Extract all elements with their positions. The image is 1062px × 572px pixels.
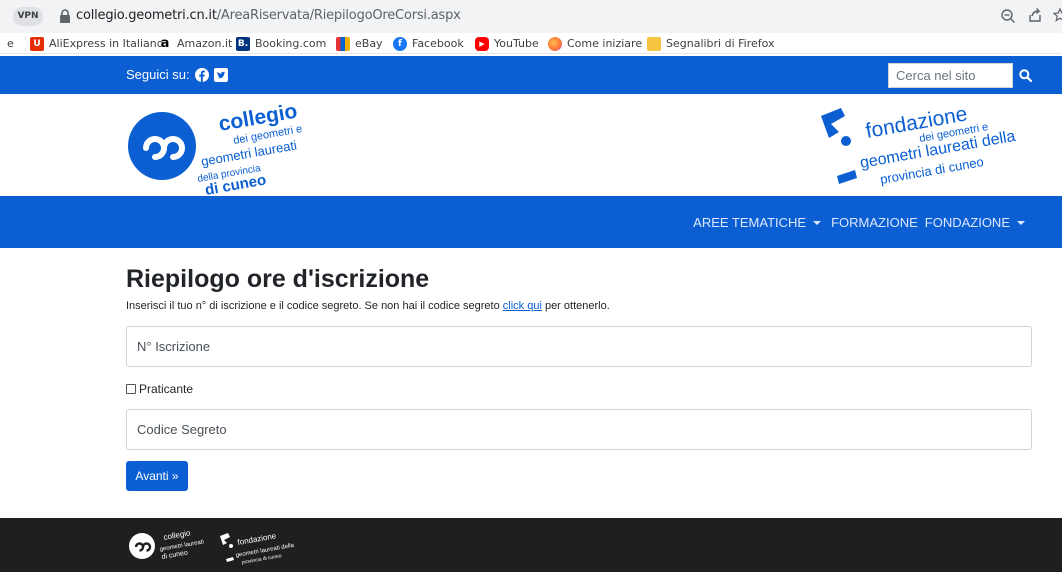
bookmark-label: YouTube — [494, 37, 539, 50]
search-icon — [1019, 69, 1032, 82]
fondazione-logo[interactable]: fondazione dei geometri e geometri laure… — [815, 96, 1047, 196]
bookmark-ebay[interactable]: eBay — [336, 36, 383, 52]
firefox-icon — [548, 37, 562, 51]
bookmark-label: AliExpress in Italiano — [49, 37, 164, 50]
ebay-icon — [336, 37, 350, 51]
url-field[interactable]: collegio.geometri.cn.it/AreaRiservata/Ri… — [76, 8, 461, 23]
bookmark-label: eBay — [355, 37, 383, 50]
click-here-link[interactable]: click qui — [503, 300, 542, 312]
facebook-icon[interactable] — [194, 67, 209, 82]
zoom-out-icon[interactable] — [1000, 8, 1016, 24]
main-navbar: AREE TEMATICHE FORMAZIONE FONDAZIONE — [0, 196, 1062, 248]
praticante-checkbox-row[interactable]: Praticante — [126, 382, 193, 396]
bookmark-label: Amazon.it — [177, 37, 233, 50]
intro-before: Inserisci il tuo n° di iscrizione e il c… — [126, 300, 503, 312]
bookmark-youtube[interactable]: ▶ YouTube — [475, 36, 539, 52]
url-path: /AreaRiservata/RiepilogoOreCorsi.aspx — [216, 8, 461, 23]
site-search-input[interactable]: Cerca nel sito — [888, 63, 1013, 88]
page-title: Riepilogo ore d'iscrizione — [126, 265, 430, 293]
nav-aree-tematiche[interactable]: AREE TEMATICHE — [693, 215, 824, 230]
nav-formazione[interactable]: FORMAZIONE — [831, 215, 918, 230]
bookmark-star-icon[interactable] — [1053, 7, 1062, 23]
folder-icon — [647, 37, 661, 51]
url-domain: collegio.geometri.cn.it — [76, 8, 217, 23]
footer-logos: collegio geometri laureati di cuneo fond… — [129, 528, 295, 566]
search-button[interactable] — [1013, 63, 1038, 88]
bookmark-label: Come iniziare — [567, 37, 643, 50]
caret-down-icon — [1017, 220, 1025, 225]
nav-menu: AREE TEMATICHE FORMAZIONE FONDAZIONE — [693, 215, 1028, 230]
bookmark-amazon[interactable]: a Amazon.it — [158, 36, 233, 52]
search-placeholder: Cerca nel sito — [896, 68, 976, 83]
facebook-icon: f — [393, 37, 407, 51]
bookmark-folder[interactable]: Segnalibri di Firefox — [647, 36, 775, 52]
nav-label: AREE TEMATICHE — [693, 215, 807, 230]
follow-label: Seguici su: — [126, 67, 190, 82]
bookmark-aliexpress[interactable]: U AliExpress in Italiano — [30, 36, 163, 52]
avanti-button[interactable]: Avanti » — [126, 461, 188, 491]
caret-down-icon — [813, 220, 822, 225]
footer-collegio-wordmark: collegio — [163, 528, 192, 542]
praticante-checkbox[interactable] — [126, 384, 136, 394]
praticante-label: Praticante — [139, 382, 194, 396]
top-bar: Seguici su: Cerca nel sito — [0, 56, 1062, 94]
iscrizione-placeholder: N° Iscrizione — [137, 339, 211, 354]
browser-address-bar: VPN collegio.geometri.cn.it/AreaRiservat… — [0, 0, 1062, 33]
youtube-icon: ▶ — [475, 37, 489, 51]
booking-icon: B. — [236, 37, 250, 51]
header-logos: collegio dei geometri e geometri laureat… — [0, 94, 1062, 196]
bookmark-come-iniziare[interactable]: Come iniziare — [548, 36, 642, 52]
amazon-icon: a — [160, 36, 170, 51]
footer: collegio geometri laureati di cuneo fond… — [0, 518, 1062, 572]
bookmark-label: Facebook — [412, 37, 464, 50]
aliexpress-icon: U — [30, 37, 44, 51]
bookmark-overflow[interactable]: e — [7, 36, 14, 52]
codice-placeholder: Codice Segreto — [137, 422, 227, 437]
intro-after: per ottenerlo. — [541, 300, 610, 312]
nav-fondazione[interactable]: FONDAZIONE — [925, 215, 1028, 230]
bookmark-facebook[interactable]: f Facebook — [393, 36, 464, 52]
bookmarks-bar: e U AliExpress in Italiano a Amazon.it B… — [0, 33, 1062, 54]
social-follow: Seguici su: — [126, 67, 228, 82]
iscrizione-input[interactable]: N° Iscrizione — [126, 326, 1032, 367]
codice-segreto-input[interactable]: Codice Segreto — [126, 409, 1032, 450]
nav-label: FORMAZIONE — [831, 215, 918, 230]
nav-label: FONDAZIONE — [924, 215, 1010, 230]
bookmark-label: Booking.com — [255, 37, 327, 50]
twitter-icon[interactable] — [213, 67, 228, 82]
share-icon[interactable] — [1027, 7, 1043, 23]
lock-icon[interactable] — [59, 9, 71, 23]
footer-fondazione-wordmark: fondazione — [237, 531, 278, 547]
bookmark-booking[interactable]: B. Booking.com — [236, 36, 326, 52]
intro-text: Inserisci il tuo n° di iscrizione e il c… — [126, 300, 610, 312]
bookmark-label: Segnalibri di Firefox — [666, 37, 775, 50]
collegio-logo[interactable]: collegio dei geometri e geometri laureat… — [124, 96, 384, 196]
vpn-badge[interactable]: VPN — [13, 7, 43, 26]
